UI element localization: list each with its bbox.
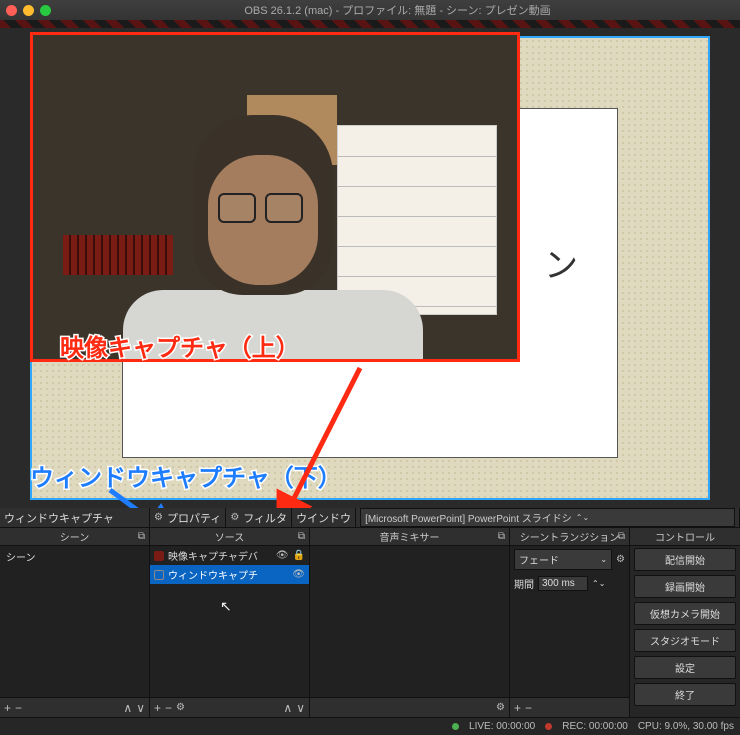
chevron-down-icon: ⌄ bbox=[600, 555, 607, 564]
lock-icon[interactable]: 🔒 bbox=[293, 550, 305, 561]
popout-icon[interactable]: ⧉ bbox=[618, 531, 625, 542]
source-toolbar-label: ウィンドウキャプチャ bbox=[0, 508, 150, 527]
live-indicator-icon bbox=[452, 723, 459, 730]
annotation-window-capture: ウィンドウキャプチャ（下） bbox=[30, 458, 342, 493]
cpu-status: CPU: 9.0%, 30.00 fps bbox=[638, 721, 734, 732]
chevron-down-icon: ⌃⌄ bbox=[576, 513, 589, 522]
visibility-icon[interactable]: 👁 bbox=[292, 569, 305, 580]
gear-icon: ⚙ bbox=[154, 512, 163, 523]
source-up-button[interactable]: ∧ bbox=[283, 701, 292, 715]
cursor-icon: ↖ bbox=[220, 598, 232, 615]
properties-button[interactable]: ⚙ プロパティ bbox=[150, 508, 226, 527]
source-item-video-capture[interactable]: 映像キャプチャデバ 👁 🔒 bbox=[150, 546, 309, 565]
rec-time: REC: 00:00:00 bbox=[562, 721, 628, 732]
docks: シーン ⧉ シーン + − ∧ ∨ ソース ⧉ 映像キャプチャデバ 👁 🔒 bbox=[0, 528, 740, 717]
sources-title: ソース ⧉ bbox=[150, 528, 309, 546]
remove-scene-button[interactable]: − bbox=[15, 701, 22, 715]
scenes-panel: シーン ⧉ シーン + − ∧ ∨ bbox=[0, 528, 150, 717]
add-source-button[interactable]: + bbox=[154, 701, 161, 715]
minimize-icon[interactable] bbox=[23, 5, 34, 16]
source-settings-button[interactable]: ⚙ bbox=[176, 702, 185, 713]
scene-down-button[interactable]: ∨ bbox=[136, 701, 145, 715]
window-titlebar: OBS 26.1.2 (mac) - プロファイル: 無題 - シーン: プレゼ… bbox=[0, 0, 740, 20]
source-toolbar: ウィンドウキャプチャ ⚙ プロパティ ⚙ フィルタ ウインドウ [Microso… bbox=[0, 508, 740, 528]
source-down-button[interactable]: ∨ bbox=[296, 701, 305, 715]
live-time: LIVE: 00:00:00 bbox=[469, 721, 535, 732]
window-dropdown[interactable]: [Microsoft PowerPoint] PowerPoint スライドシ … bbox=[356, 508, 740, 527]
window-label: ウインドウ bbox=[292, 508, 356, 527]
window-icon bbox=[154, 570, 164, 580]
status-bar: LIVE: 00:00:00 REC: 00:00:00 CPU: 9.0%, … bbox=[0, 717, 740, 735]
scene-item[interactable]: シーン bbox=[0, 546, 149, 567]
duration-label: 期間 bbox=[514, 576, 534, 591]
mixer-title: 音声ミキサー ⧉ bbox=[310, 528, 509, 546]
stepper-icon[interactable]: ⌃⌄ bbox=[592, 579, 605, 588]
sources-panel: ソース ⧉ 映像キャプチャデバ 👁 🔒 ウィンドウキャプチ 👁 ↖ + − ⚙ … bbox=[150, 528, 310, 717]
video-capture-frame[interactable] bbox=[30, 32, 520, 362]
scene-up-button[interactable]: ∧ bbox=[123, 701, 132, 715]
add-transition-button[interactable]: + bbox=[514, 701, 521, 715]
mixer-tools: ⚙ bbox=[310, 697, 509, 717]
transitions-title: シーントランジション ⧉ bbox=[510, 528, 629, 546]
close-icon[interactable] bbox=[6, 5, 17, 16]
scenes-list[interactable]: シーン bbox=[0, 546, 149, 697]
remove-transition-button[interactable]: − bbox=[525, 701, 532, 715]
ppt-text: ン bbox=[544, 238, 578, 287]
sources-list[interactable]: 映像キャプチャデバ 👁 🔒 ウィンドウキャプチ 👁 ↖ bbox=[150, 546, 309, 697]
transitions-tools: + − bbox=[510, 697, 629, 717]
popout-icon[interactable]: ⧉ bbox=[138, 531, 145, 542]
popout-icon[interactable]: ⧉ bbox=[498, 531, 505, 542]
scenes-tools: + − ∧ ∨ bbox=[0, 697, 149, 717]
controls-title: コントロール bbox=[630, 528, 740, 546]
rec-indicator-icon bbox=[545, 723, 552, 730]
preview-area: ン 映像キャプチャ（上） ウィンドウキャプチャ（下） bbox=[0, 28, 740, 508]
settings-button[interactable]: 設定 bbox=[634, 656, 736, 679]
controls-panel: コントロール 配信開始 録画開始 仮想カメラ開始 スタジオモード 設定 終了 bbox=[630, 528, 740, 717]
scenes-title: シーン ⧉ bbox=[0, 528, 149, 546]
remove-source-button[interactable]: − bbox=[165, 701, 172, 715]
filters-button[interactable]: ⚙ フィルタ bbox=[226, 508, 292, 527]
audio-mixer-panel: 音声ミキサー ⧉ ⚙ bbox=[310, 528, 510, 717]
mixer-settings-button[interactable]: ⚙ bbox=[496, 702, 505, 713]
popout-icon[interactable]: ⧉ bbox=[298, 531, 305, 542]
duration-input[interactable] bbox=[538, 576, 588, 591]
transition-type-dropdown[interactable]: フェード ⌄ bbox=[514, 549, 612, 570]
exit-button[interactable]: 終了 bbox=[634, 683, 736, 706]
transition-settings-button[interactable]: ⚙ bbox=[616, 554, 625, 565]
add-scene-button[interactable]: + bbox=[4, 701, 11, 715]
traffic-lights bbox=[6, 5, 51, 16]
source-item-window-capture[interactable]: ウィンドウキャプチ 👁 bbox=[150, 565, 309, 584]
window-title: OBS 26.1.2 (mac) - プロファイル: 無題 - シーン: プレゼ… bbox=[61, 2, 734, 18]
visibility-icon[interactable]: 👁 bbox=[276, 550, 289, 561]
start-stream-button[interactable]: 配信開始 bbox=[634, 548, 736, 571]
annotation-video-capture: 映像キャプチャ（上） bbox=[60, 328, 300, 363]
sources-tools: + − ⚙ ∧ ∨ bbox=[150, 697, 309, 717]
mixer-body bbox=[310, 546, 509, 697]
webcam-scene bbox=[33, 35, 517, 359]
fullscreen-icon[interactable] bbox=[40, 5, 51, 16]
start-record-button[interactable]: 録画開始 bbox=[634, 575, 736, 598]
studio-mode-button[interactable]: スタジオモード bbox=[634, 629, 736, 652]
filter-icon: ⚙ bbox=[230, 512, 239, 523]
start-virtualcam-button[interactable]: 仮想カメラ開始 bbox=[634, 602, 736, 625]
transitions-panel: シーントランジション ⧉ フェード ⌄ ⚙ 期間 ⌃⌄ + − bbox=[510, 528, 630, 717]
hatch-strip bbox=[0, 20, 740, 28]
camera-icon bbox=[154, 551, 164, 561]
transitions-body: フェード ⌄ ⚙ 期間 ⌃⌄ bbox=[510, 546, 629, 697]
